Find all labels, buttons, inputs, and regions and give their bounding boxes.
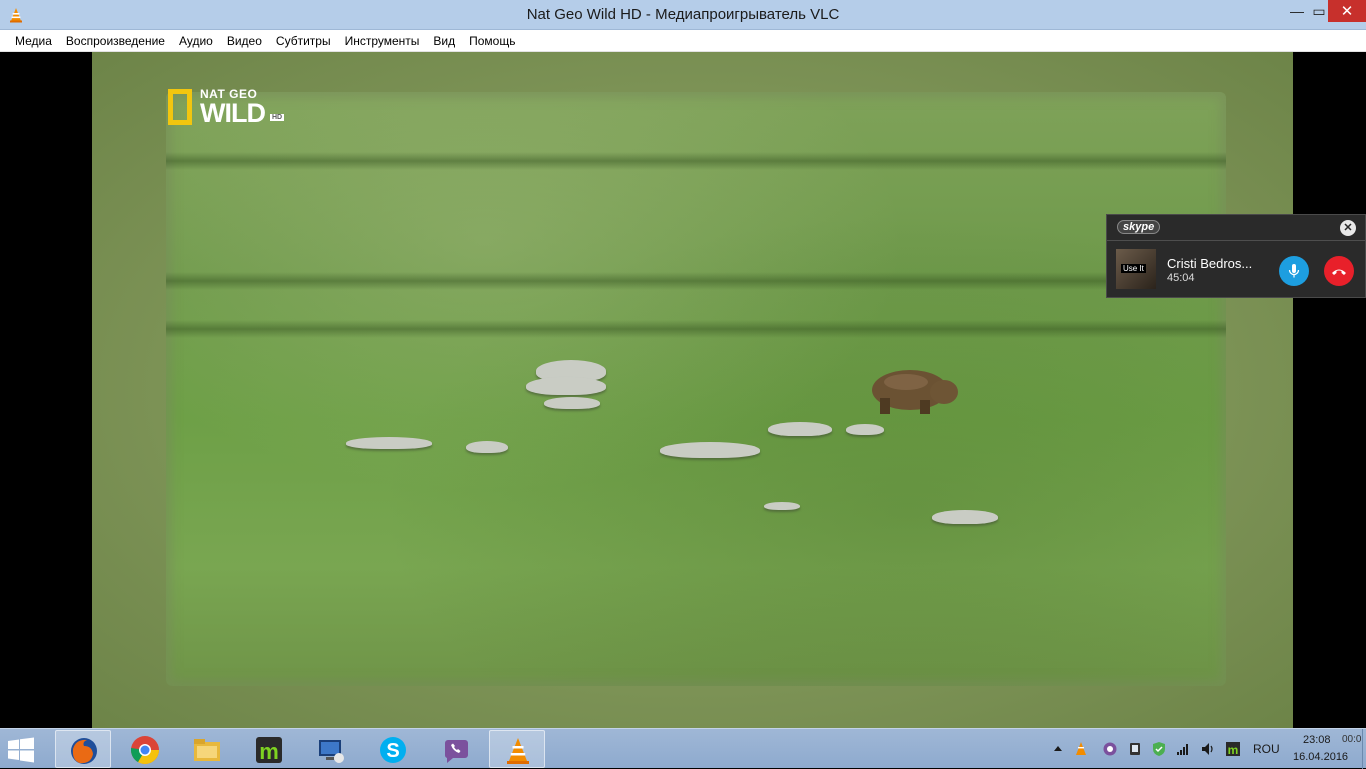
scene-rock bbox=[346, 437, 432, 449]
scene-rock bbox=[932, 510, 998, 524]
viber-tray-icon[interactable] bbox=[1102, 741, 1118, 757]
skype-close-button[interactable]: ✕ bbox=[1340, 220, 1356, 236]
scene-rock bbox=[526, 377, 606, 395]
skype-logo: skype bbox=[1117, 220, 1161, 234]
show-hidden-icons-icon[interactable] bbox=[1050, 741, 1066, 757]
scene-ridge bbox=[166, 320, 1226, 338]
svg-text:m: m bbox=[1228, 743, 1239, 757]
skype-call-widget: skype ✕ Use It Cristi Bedros... 45:04 bbox=[1106, 214, 1366, 298]
shield-tray-icon[interactable] bbox=[1151, 741, 1167, 757]
hang-up-button[interactable] bbox=[1324, 256, 1354, 286]
system-tray: m ROU 23:08 16.04.2016 00:0 bbox=[0, 729, 1366, 769]
minimize-button[interactable]: — bbox=[1283, 0, 1311, 22]
clock-time[interactable]: 23:08 bbox=[1303, 734, 1331, 746]
scene-ridge bbox=[166, 152, 1226, 170]
scene-rock bbox=[768, 422, 832, 436]
menu-view[interactable]: Вид bbox=[426, 30, 462, 52]
menu-tools[interactable]: Инструменты bbox=[338, 30, 427, 52]
scene-rock bbox=[846, 424, 884, 435]
video-scene bbox=[166, 92, 1226, 686]
window-title: Nat Geo Wild HD - Медиапроигрыватель VLC bbox=[526, 6, 840, 23]
mtorrent-tray-icon[interactable]: m bbox=[1225, 741, 1241, 757]
bear-silhouette bbox=[872, 370, 958, 414]
hang-up-icon bbox=[1332, 269, 1346, 275]
scene-rock bbox=[660, 442, 760, 458]
video-area[interactable]: NAT GEO WILD HD bbox=[0, 52, 1366, 728]
call-duration: 45:04 bbox=[1167, 272, 1195, 284]
logo-yellow-border bbox=[168, 89, 192, 125]
logo-line2: WILD bbox=[200, 98, 266, 128]
menu-playback[interactable]: Воспроизведение bbox=[59, 30, 172, 52]
microphone-icon bbox=[1288, 264, 1300, 278]
menu-audio[interactable]: Аудио bbox=[172, 30, 220, 52]
avatar-text: Use It bbox=[1121, 264, 1146, 273]
title-bar: Nat Geo Wild HD - Медиапроигрыватель VLC… bbox=[0, 0, 1366, 30]
device-tray-icon[interactable] bbox=[1127, 741, 1143, 757]
clock-date[interactable]: 16.04.2016 bbox=[1293, 751, 1348, 763]
video-frame bbox=[92, 52, 1293, 728]
nat-geo-wild-logo: NAT GEO WILD HD bbox=[168, 87, 288, 127]
menu-bar: Медиа Воспроизведение Аудио Видео Субтит… bbox=[0, 30, 1366, 52]
taskbar: m S m ROU 23:08 16.04.2016 00:0 bbox=[0, 728, 1366, 769]
menu-video[interactable]: Видео bbox=[220, 30, 269, 52]
menu-help[interactable]: Помощь bbox=[462, 30, 522, 52]
menu-media[interactable]: Медиа bbox=[8, 30, 59, 52]
volume-tray-icon[interactable] bbox=[1200, 741, 1216, 757]
scene-rock bbox=[544, 397, 600, 409]
menu-subtitles[interactable]: Субтитры bbox=[269, 30, 338, 52]
scene-ridge bbox=[166, 272, 1226, 290]
maximize-button[interactable]: ▭ bbox=[1311, 0, 1327, 22]
skype-header: skype ✕ bbox=[1107, 215, 1365, 241]
signal-tray-icon[interactable] bbox=[1175, 741, 1191, 757]
scene-rock bbox=[764, 502, 800, 510]
show-desktop-button[interactable] bbox=[1362, 729, 1366, 769]
clock-overlap-text: 00:0 bbox=[1342, 734, 1362, 745]
input-language[interactable]: ROU bbox=[1253, 742, 1280, 756]
avatar[interactable]: Use It bbox=[1116, 249, 1156, 289]
vlc-tray-icon[interactable] bbox=[1073, 741, 1089, 757]
mute-button[interactable] bbox=[1279, 256, 1309, 286]
scene-rock bbox=[466, 441, 508, 453]
logo-badge: HD bbox=[270, 114, 285, 121]
close-button[interactable]: ✕ bbox=[1328, 0, 1366, 22]
contact-name: Cristi Bedros... bbox=[1167, 256, 1253, 271]
